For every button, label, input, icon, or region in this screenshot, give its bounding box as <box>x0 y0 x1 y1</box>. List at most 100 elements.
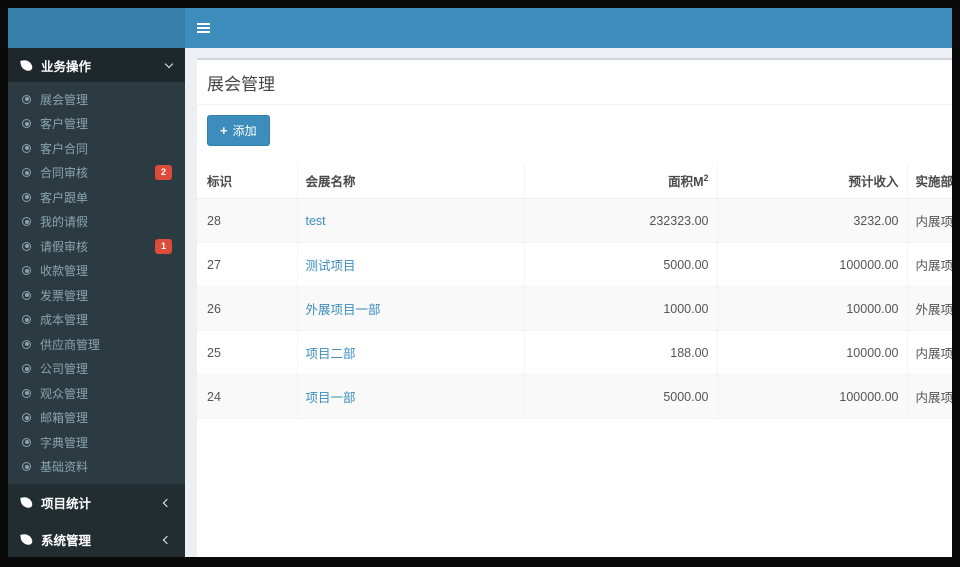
sidebar-item-customer-contract[interactable]: 客户合同 <box>8 136 185 161</box>
cell-income: 10000.00 <box>717 286 908 331</box>
cell-name: 测试项目 <box>297 242 525 287</box>
sidebar-item-mailbox-mgmt[interactable]: 邮箱管理 <box>8 406 185 431</box>
logo-area <box>8 8 185 48</box>
sidebar-item-dictionary-mgmt[interactable]: 字典管理 <box>8 430 185 455</box>
content-box: 展会管理 + 添加 标识 会展名称 面积M2 预计收入 实施部 28 test … <box>197 58 952 557</box>
cell-id: 24 <box>197 374 298 419</box>
sidebar-section-label: 系统管理 <box>41 534 92 548</box>
page-title: 展会管理 <box>207 75 275 94</box>
exhibition-link[interactable]: 项目一部 <box>306 391 356 405</box>
circle-icon <box>22 290 31 300</box>
exhibition-table: 标识 会展名称 面积M2 预计收入 实施部门 28 test 2 <box>197 163 952 419</box>
cell-id: 28 <box>197 198 298 243</box>
sidebar-item-exhibition-mgmt[interactable]: 展会管理 <box>8 87 185 112</box>
sidebar-item-customer-mgmt[interactable]: 客户管理 <box>8 112 185 137</box>
table-row: 24 项目一部 5000.00 100000.00 内展项目 <box>197 374 952 419</box>
count-badge: 2 <box>154 165 172 181</box>
exhibition-link[interactable]: 测试项目 <box>306 259 356 273</box>
app-window: 业务操作 展会管理 客户管理 客户合同 合同审核 2 客户跟单 我的请假 请假审… <box>8 8 952 557</box>
cell-id: 26 <box>197 286 298 331</box>
sidebar-item-basic-data[interactable]: 基础资料 <box>8 455 185 480</box>
cell-area: 5000.00 <box>524 374 718 419</box>
sidebar-submenu: 展会管理 客户管理 客户合同 合同审核 2 客户跟单 我的请假 请假审核 1 收… <box>8 82 185 484</box>
table-row: 26 外展项目一部 1000.00 10000.00 外展项目 <box>197 286 952 331</box>
cell-dept: 内展项目 <box>907 374 952 419</box>
sidebar-section-label: 项目统计 <box>41 497 92 511</box>
circle-icon <box>22 437 31 447</box>
leaf-icon <box>20 58 33 72</box>
circle-icon <box>22 413 31 423</box>
circle-icon <box>22 266 31 276</box>
sidebar-section-system-mgmt[interactable]: 系统管理 <box>8 521 185 557</box>
circle-icon <box>22 241 31 251</box>
toolbar: + 添加 <box>197 105 952 156</box>
sidebar-item-contract-review[interactable]: 合同审核 2 <box>8 161 185 186</box>
sidebar-toggle-hamburger-icon[interactable] <box>195 13 225 43</box>
sidebar-item-supplier-mgmt[interactable]: 供应商管理 <box>8 332 185 357</box>
sidebar-item-customer-followup[interactable]: 客户跟单 <box>8 185 185 210</box>
cell-area: 188.00 <box>524 330 718 375</box>
circle-icon <box>22 143 31 153</box>
circle-icon <box>22 168 31 178</box>
circle-icon <box>22 119 31 129</box>
exhibition-link[interactable]: 外展项目一部 <box>306 303 381 317</box>
circle-icon <box>22 339 31 349</box>
cell-dept: 内展项目 <box>907 330 952 375</box>
circle-icon <box>22 388 31 398</box>
sidebar-item-audience-mgmt[interactable]: 观众管理 <box>8 381 185 406</box>
cell-dept: 内展项目 <box>907 198 952 243</box>
leaf-icon <box>20 496 33 509</box>
navbar <box>185 8 952 48</box>
cell-name: 外展项目一部 <box>297 286 525 331</box>
leaf-icon <box>20 533 33 546</box>
table-row: 27 测试项目 5000.00 100000.00 内展项目 <box>197 242 952 287</box>
table-header-row: 标识 会展名称 面积M2 预计收入 实施部门 <box>197 163 952 199</box>
exhibition-link[interactable]: test <box>306 214 326 228</box>
exhibition-link[interactable]: 项目二部 <box>306 347 356 361</box>
circle-icon <box>22 462 31 472</box>
cell-dept: 内展项目 <box>907 242 952 287</box>
sidebar-section-business-ops[interactable]: 业务操作 <box>8 48 185 82</box>
content-area: 展会管理 + 添加 标识 会展名称 面积M2 预计收入 实施部 28 test … <box>185 48 952 557</box>
cell-id: 25 <box>197 330 298 375</box>
chevron-left-icon <box>162 498 172 507</box>
cell-area: 232323.00 <box>524 198 718 243</box>
sidebar-item-my-leave[interactable]: 我的请假 <box>8 210 185 235</box>
cell-income: 3232.00 <box>717 198 908 243</box>
top-bar <box>8 8 952 48</box>
cell-area: 1000.00 <box>524 286 718 331</box>
cell-name: 项目一部 <box>297 374 525 419</box>
column-header-id: 标识 <box>197 163 298 199</box>
circle-icon <box>22 364 31 374</box>
column-header-name: 会展名称 <box>297 163 525 199</box>
add-button[interactable]: + 添加 <box>207 115 270 146</box>
chevron-left-icon <box>162 535 172 544</box>
circle-icon <box>22 94 31 104</box>
cell-income: 100000.00 <box>717 374 908 419</box>
cell-name: 项目二部 <box>297 330 525 375</box>
sidebar-section-label: 业务操作 <box>41 59 92 74</box>
cell-income: 10000.00 <box>717 330 908 375</box>
cell-id: 27 <box>197 242 298 287</box>
box-header: 展会管理 <box>197 60 952 105</box>
sidebar-item-payment-mgmt[interactable]: 收款管理 <box>8 259 185 284</box>
column-header-area: 面积M2 <box>524 163 718 199</box>
sidebar: 业务操作 展会管理 客户管理 客户合同 合同审核 2 客户跟单 我的请假 请假审… <box>8 48 185 557</box>
count-badge: 1 <box>154 238 172 254</box>
sidebar-section-project-stats[interactable]: 项目统计 <box>8 484 185 521</box>
sidebar-item-company-mgmt[interactable]: 公司管理 <box>8 357 185 382</box>
plus-icon: + <box>220 123 228 138</box>
cell-income: 100000.00 <box>717 242 908 287</box>
table-row: 25 项目二部 188.00 10000.00 内展项目 <box>197 330 952 375</box>
circle-icon <box>22 192 31 202</box>
sidebar-item-cost-mgmt[interactable]: 成本管理 <box>8 308 185 333</box>
chevron-down-icon <box>164 59 174 68</box>
circle-icon <box>22 315 31 325</box>
cell-dept: 外展项目 <box>907 286 952 331</box>
sidebar-item-leave-review[interactable]: 请假审核 1 <box>8 234 185 259</box>
table-row: 28 test 232323.00 3232.00 内展项目 <box>197 198 952 243</box>
sidebar-item-invoice-mgmt[interactable]: 发票管理 <box>8 283 185 308</box>
cell-area: 5000.00 <box>524 242 718 287</box>
cell-name: test <box>297 198 525 243</box>
column-header-income: 预计收入 <box>717 163 908 199</box>
